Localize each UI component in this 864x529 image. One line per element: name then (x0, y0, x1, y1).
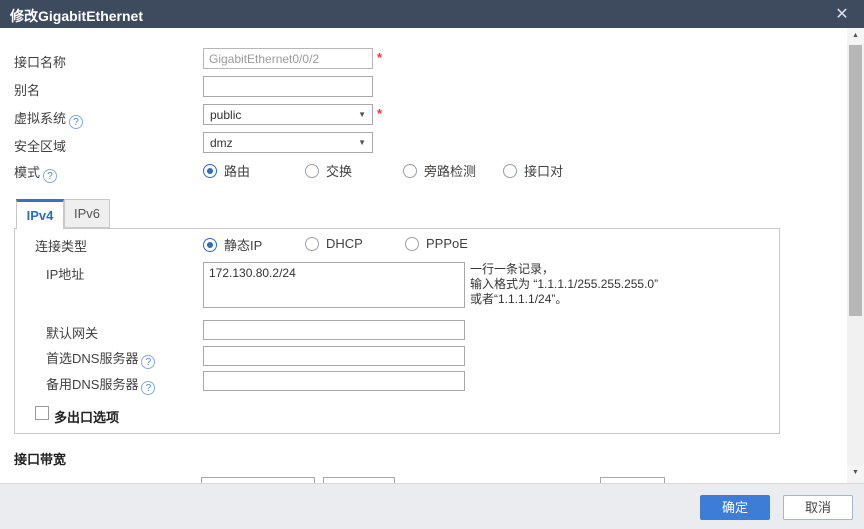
mode-option-bypass[interactable]: 旁路检测 (403, 161, 476, 177)
chevron-down-icon: ▼ (358, 110, 366, 119)
dialog-footer: 确定 取消 (0, 483, 864, 529)
multi-exit-label: 多出口选项 (54, 407, 119, 426)
multi-exit-checkbox[interactable] (35, 406, 49, 420)
security-zone-select[interactable]: dmz ▼ (203, 132, 373, 153)
radio-icon[interactable] (403, 164, 417, 178)
close-icon[interactable]: ✕ (830, 4, 854, 25)
interface-bandwidth-title: 接口带宽 (14, 449, 66, 468)
scroll-up-icon[interactable]: ▲ (847, 28, 864, 44)
chevron-down-icon: ▼ (358, 138, 366, 147)
ip-address-hint: 一行一条记录， 输入格式为 “1.1.1.1/255.255.255.0” 或者… (470, 262, 658, 307)
secondary-dns-label-text: 备用DNS服务器 (46, 377, 138, 392)
default-gateway-label: 默认网关 (46, 323, 98, 342)
scrollbar-track[interactable]: ▲ ▼ (847, 28, 864, 483)
secondary-dns-input[interactable] (203, 371, 465, 391)
radio-icon[interactable] (503, 164, 517, 178)
interface-name-label: 接口名称 (14, 52, 66, 71)
edit-interface-dialog: 修改GigabitEthernet ✕ 接口名称 * 别名 虚拟系统? publ… (0, 0, 864, 529)
tab-ipv4[interactable]: IPv4 (16, 199, 64, 229)
radio-icon[interactable] (203, 238, 217, 252)
cancel-button[interactable]: 取消 (783, 495, 853, 520)
tab-ipv6[interactable]: IPv6 (64, 199, 110, 228)
primary-dns-label-text: 首选DNS服务器 (46, 351, 138, 366)
connection-type-pppoe-label: PPPoE (426, 236, 468, 251)
radio-icon[interactable] (305, 164, 319, 178)
alias-input[interactable] (203, 76, 373, 97)
secondary-dns-label: 备用DNS服务器? (46, 374, 155, 395)
security-zone-label: 安全区域 (14, 136, 66, 155)
help-icon[interactable]: ? (141, 355, 155, 369)
hint-line-2: 输入格式为 “1.1.1.1/255.255.255.0” (470, 277, 658, 292)
virtual-system-label-text: 虚拟系统 (14, 111, 66, 126)
radio-icon[interactable] (405, 237, 419, 251)
hint-line-3: 或者“1.1.1.1/24”。 (470, 292, 658, 307)
connection-type-dhcp[interactable]: DHCP (305, 235, 363, 251)
help-icon[interactable]: ? (141, 381, 155, 395)
mode-option-route[interactable]: 路由 (203, 161, 250, 177)
connection-type-static[interactable]: 静态IP (203, 235, 262, 251)
radio-icon[interactable] (203, 164, 217, 178)
alias-label: 别名 (14, 80, 40, 99)
help-icon[interactable]: ? (43, 169, 57, 183)
connection-type-label: 连接类型 (35, 236, 87, 255)
mode-option-route-label: 路由 (224, 164, 250, 179)
default-gateway-input[interactable] (203, 320, 465, 340)
required-asterisk: * (377, 50, 382, 65)
security-zone-value: dmz (210, 136, 233, 150)
radio-icon[interactable] (305, 237, 319, 251)
dialog-titlebar: 修改GigabitEthernet ✕ (0, 0, 864, 28)
ip-address-label: IP地址 (46, 264, 84, 283)
mode-option-switch[interactable]: 交换 (305, 161, 352, 177)
mode-label: 模式? (14, 162, 57, 183)
primary-dns-input[interactable] (203, 346, 465, 366)
scroll-down-icon[interactable]: ▼ (847, 465, 864, 481)
help-icon[interactable]: ? (69, 115, 83, 129)
virtual-system-select[interactable]: public ▼ (203, 104, 373, 125)
hint-line-1: 一行一条记录， (470, 262, 658, 277)
connection-type-dhcp-label: DHCP (326, 236, 363, 251)
mode-option-interface-pair-label: 接口对 (524, 164, 563, 179)
interface-name-input[interactable] (203, 48, 373, 69)
connection-type-pppoe[interactable]: PPPoE (405, 235, 468, 251)
scrollbar-thumb[interactable] (849, 45, 862, 316)
mode-option-bypass-label: 旁路检测 (424, 164, 476, 179)
connection-type-static-label: 静态IP (224, 238, 262, 253)
dialog-title: 修改GigabitEthernet (10, 6, 143, 26)
required-asterisk: * (377, 106, 382, 121)
mode-option-interface-pair[interactable]: 接口对 (503, 161, 563, 177)
virtual-system-value: public (210, 108, 241, 122)
ok-button[interactable]: 确定 (700, 495, 770, 520)
ip-address-textarea[interactable]: 172.130.80.2/24 (203, 262, 465, 308)
virtual-system-label: 虚拟系统? (14, 108, 83, 129)
mode-label-text: 模式 (14, 165, 40, 180)
mode-option-switch-label: 交换 (326, 164, 352, 179)
primary-dns-label: 首选DNS服务器? (46, 348, 155, 369)
